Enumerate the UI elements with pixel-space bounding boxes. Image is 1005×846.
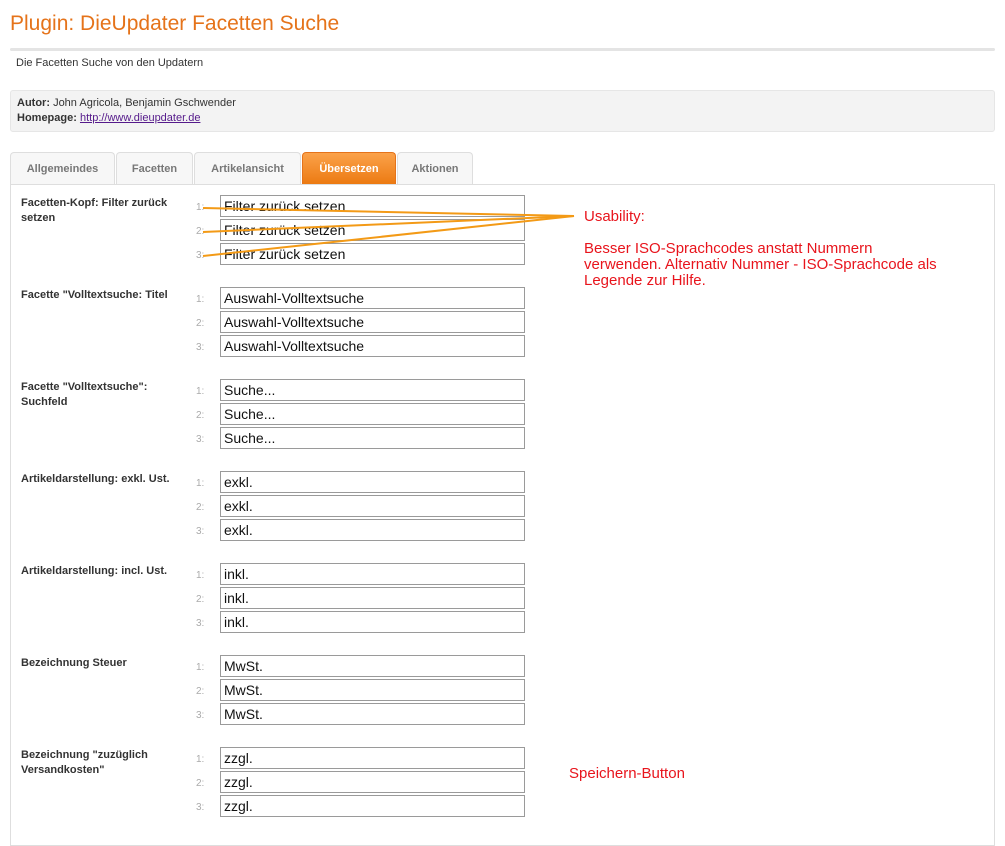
line-number: 1: [196, 386, 205, 397]
translation-input-tax-name-3[interactable] [220, 703, 525, 725]
annotation-usability-line: Legende zur Hilfe. [584, 272, 706, 289]
translation-input-excl-tax-2[interactable] [220, 495, 525, 517]
tab-artikelansicht[interactable]: Artikelansicht [194, 152, 301, 184]
annotation-usability-title: Usability: [584, 208, 645, 225]
line-number: 2: [196, 686, 205, 697]
tab-facetten[interactable]: Facetten [116, 152, 193, 184]
line-number: 3: [196, 434, 205, 445]
line-number: 2: [196, 502, 205, 513]
line-number: 3: [196, 802, 205, 813]
line-number: 2: [196, 778, 205, 789]
section-label-excl-tax: Artikeldarstellung: exkl. Ust. [21, 473, 170, 485]
plugin-description: Die Facetten Suche von den Updatern [16, 57, 204, 69]
line-number: 3: [196, 342, 205, 353]
translation-input-excl-tax-3[interactable] [220, 519, 525, 541]
line-number: 2: [196, 318, 205, 329]
homepage-label: Homepage: [17, 112, 77, 124]
line-number: 3: [196, 526, 205, 537]
title-divider [10, 48, 995, 51]
translation-input-shipping-1[interactable] [220, 747, 525, 769]
line-number: 3: [196, 710, 205, 721]
homepage-row: Homepage: http://www.dieupdater.de [17, 112, 200, 124]
translation-input-fulltext-title-1[interactable] [220, 287, 525, 309]
translation-input-search-field-2[interactable] [220, 403, 525, 425]
line-number: 2: [196, 594, 205, 605]
translation-input-incl-tax-2[interactable] [220, 587, 525, 609]
author-value: John Agricola, Benjamin Gschwender [53, 97, 236, 109]
line-number: 1: [196, 662, 205, 673]
translation-input-search-field-3[interactable] [220, 427, 525, 449]
translation-input-fulltext-title-2[interactable] [220, 311, 525, 333]
line-number: 3: [196, 618, 205, 629]
annotation-save-button-note: Speichern-Button [569, 765, 685, 782]
line-number: 1: [196, 570, 205, 581]
author-row: Autor: John Agricola, Benjamin Gschwende… [17, 97, 236, 109]
line-number: 3: [196, 250, 205, 261]
translation-input-tax-name-2[interactable] [220, 679, 525, 701]
translation-input-filter-reset-1[interactable] [220, 195, 525, 217]
tab-aktionen[interactable]: Aktionen [397, 152, 473, 184]
tab-allgemeindes[interactable]: Allgemeindes [10, 152, 115, 184]
translation-input-shipping-3[interactable] [220, 795, 525, 817]
translation-input-search-field-1[interactable] [220, 379, 525, 401]
plugin-meta-box: Autor: John Agricola, Benjamin Gschwende… [10, 90, 995, 132]
annotation-usability-line: Besser ISO-Sprachcodes anstatt Nummern [584, 240, 873, 257]
author-label: Autor: [17, 97, 50, 109]
translation-input-filter-reset-3[interactable] [220, 243, 525, 265]
line-number: 2: [196, 226, 205, 237]
translation-input-excl-tax-1[interactable] [220, 471, 525, 493]
translation-input-tax-name-1[interactable] [220, 655, 525, 677]
line-number: 1: [196, 294, 205, 305]
tab-uebersetzen[interactable]: Übersetzen [302, 152, 396, 184]
annotation-usability-line: verwenden. Alternativ Nummer - ISO-Sprac… [584, 256, 937, 273]
translation-input-incl-tax-1[interactable] [220, 563, 525, 585]
translation-input-filter-reset-2[interactable] [220, 219, 525, 241]
line-number: 1: [196, 202, 205, 213]
section-label-filter-reset: Facetten-Kopf: Filter zurück setzen [21, 197, 168, 224]
section-label-shipping: Bezeichnung "zuzüglich Versandkosten" [21, 749, 148, 776]
page-title: Plugin: DieUpdater Facetten Suche [10, 12, 340, 35]
translation-input-shipping-2[interactable] [220, 771, 525, 793]
homepage-link[interactable]: http://www.dieupdater.de [80, 112, 200, 124]
translation-input-fulltext-title-3[interactable] [220, 335, 525, 357]
line-number: 1: [196, 478, 205, 489]
section-label-fulltext-title: Facette "Volltextsuche: Titel [21, 289, 168, 301]
section-label-search-field: Facette "Volltextsuche": Suchfeld [21, 381, 148, 408]
translation-input-incl-tax-3[interactable] [220, 611, 525, 633]
section-label-incl-tax: Artikeldarstellung: incl. Ust. [21, 565, 168, 577]
line-number: 2: [196, 410, 205, 421]
section-label-tax-name: Bezeichnung Steuer [21, 657, 127, 669]
line-number: 1: [196, 754, 205, 765]
